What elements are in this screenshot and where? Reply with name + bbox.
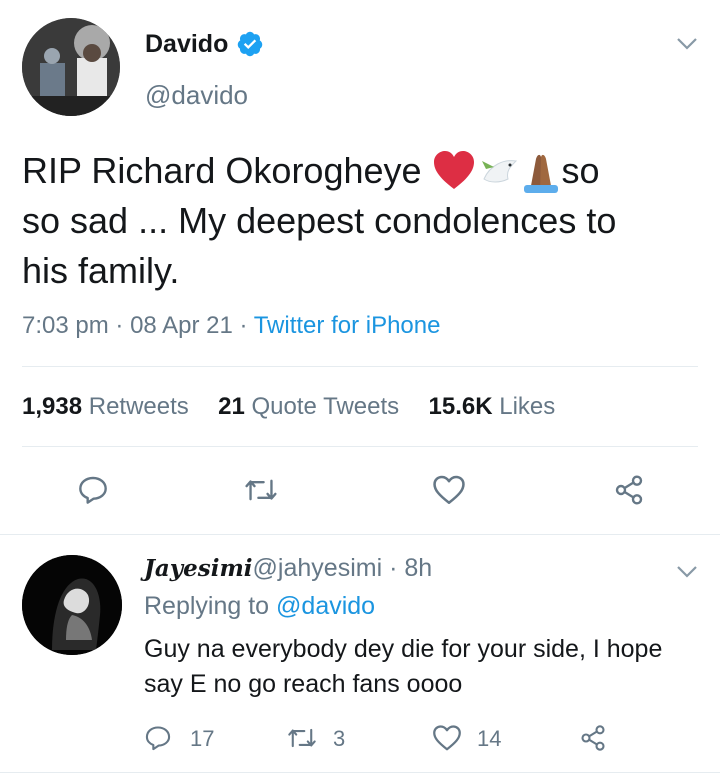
like-icon[interactable]: [432, 474, 466, 506]
tweet-stats: 1,938 Retweets 21 Quote Tweets 15.6K Lik…: [22, 393, 555, 421]
retweets-count: 1,938: [22, 393, 83, 420]
reply-reply-count: 17: [190, 726, 215, 751]
meta-separator: ·: [239, 312, 248, 339]
tweet-emojis: [432, 149, 562, 194]
tweet-text-line-3: his family.: [22, 250, 180, 291]
share-icon[interactable]: [612, 474, 646, 506]
author-handle[interactable]: @davido: [145, 80, 248, 111]
likes-label: Likes: [499, 393, 556, 420]
reply-author-name[interactable]: Jayesimi: [144, 555, 253, 582]
reply-time: 8h: [404, 554, 433, 582]
verified-badge-icon: [236, 30, 264, 58]
replying-to-label: Replying to: [144, 592, 270, 620]
avatar-photo: [22, 18, 120, 116]
replying-to: Replying to @davido: [144, 592, 375, 621]
reply-reply-icon[interactable]: [144, 724, 172, 752]
divider: [22, 446, 698, 447]
tweet-text-line-2: so sad ... My deepest condolences to: [22, 200, 617, 241]
tweet-meta: 7:03 pm · 08 Apr 21 · Twitter for iPhone: [22, 312, 440, 340]
reply-avatar-photo: [22, 555, 122, 655]
quote-tweets-stat[interactable]: 21 Quote Tweets: [218, 393, 399, 420]
tweet-date: 08 Apr 21: [130, 312, 233, 339]
reply-share-icon[interactable]: [578, 724, 608, 752]
reply-icon[interactable]: [77, 474, 109, 506]
reply-text-line-2: say E no go reach fans oooo: [144, 670, 463, 698]
tweet-text-line-1: RIP Richard Okorogheye so: [22, 146, 600, 196]
reply-author-handle[interactable]: @jahyesimi: [253, 554, 383, 582]
reply-retweet-count: 3: [333, 726, 346, 751]
tweet-text-part-end: so: [561, 150, 600, 191]
tweet-text-part: RIP Richard Okorogheye: [22, 150, 432, 191]
reply-text-line-1: Guy na everybody dey die for your side, …: [144, 635, 663, 663]
reply-author-avatar[interactable]: [22, 555, 122, 655]
retweets-label: Retweets: [88, 393, 189, 420]
reply-like-icon[interactable]: [432, 724, 462, 752]
retweets-stat[interactable]: 1,938 Retweets: [22, 393, 189, 420]
retweet-icon[interactable]: [244, 474, 278, 506]
reply-like-count: 14: [477, 726, 502, 751]
meta-separator: ·: [115, 312, 124, 339]
author-avatar[interactable]: [22, 18, 120, 116]
meta-separator: ·: [389, 554, 398, 582]
replying-to-handle[interactable]: @davido: [276, 592, 375, 620]
tweet-source-link[interactable]: Twitter for iPhone: [254, 312, 441, 339]
likes-count: 15.6K: [428, 393, 493, 420]
divider: [0, 534, 720, 535]
tweet-time: 7:03 pm: [22, 312, 109, 339]
likes-stat[interactable]: 15.6K Likes: [429, 393, 556, 420]
author-name[interactable]: Davido: [145, 30, 228, 59]
chevron-down-icon[interactable]: [675, 36, 699, 52]
quote-label: Quote Tweets: [251, 393, 400, 420]
divider: [22, 366, 698, 367]
quote-count: 21: [218, 393, 245, 420]
divider: [0, 772, 720, 773]
reply-retweet-icon[interactable]: [287, 724, 317, 752]
reply-header: Jayesimi@jahyesimi · 8h: [144, 554, 432, 583]
emoji-icons: [433, 151, 558, 194]
reply-chevron-down-icon[interactable]: [675, 564, 699, 580]
